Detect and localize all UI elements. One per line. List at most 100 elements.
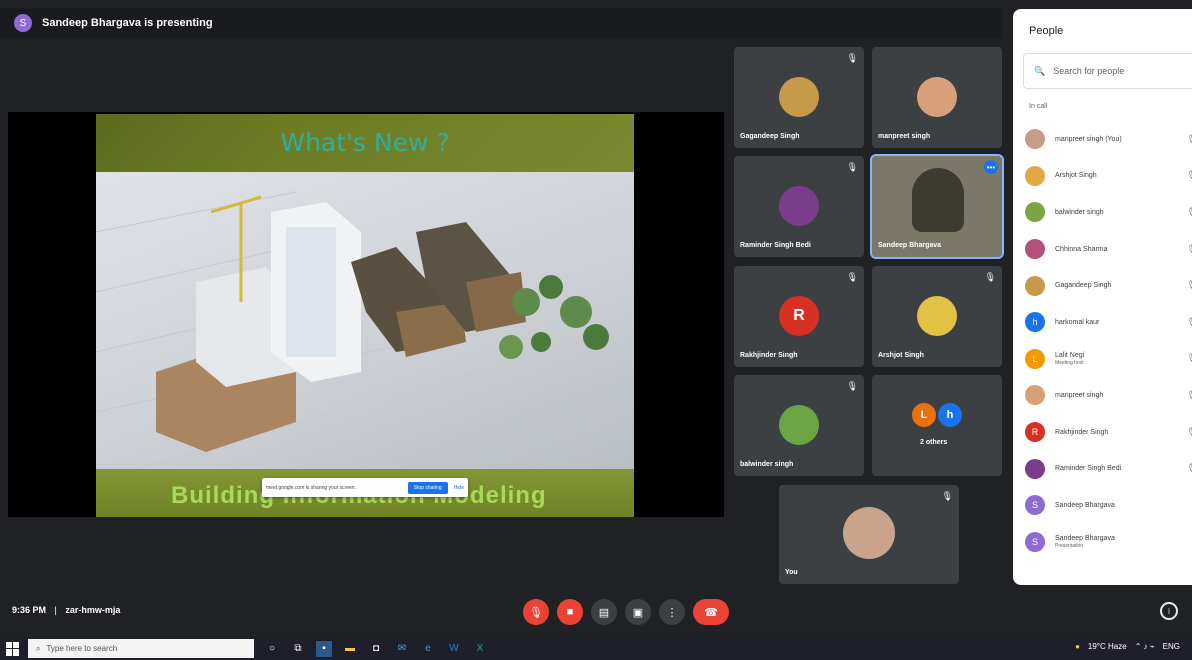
participant-tile[interactable]: 🎙 R Rakhjinder Singh — [734, 266, 864, 367]
task-view-icon[interactable]: ⧉ — [290, 641, 306, 657]
participant-row[interactable]: h harkomal kaur 🎙 — [1025, 304, 1192, 341]
edge-icon[interactable]: e — [420, 641, 436, 657]
self-tile[interactable]: 🎙 You — [779, 485, 959, 584]
language-indicator[interactable]: ENG — [1163, 642, 1180, 651]
participant-name: balwinder singh — [1055, 208, 1104, 216]
mic-off-icon: 🎙 — [1187, 353, 1192, 364]
excel-icon[interactable]: X — [472, 641, 488, 657]
participant-avatar — [1025, 129, 1045, 150]
search-people-input[interactable]: 🔍 Search for people — [1023, 53, 1192, 89]
participant-name: Gagandeep Singh — [1055, 282, 1112, 290]
participant-name: Raminder Singh Bedi — [740, 242, 811, 249]
participant-avatar — [779, 77, 819, 117]
stop-sharing-button[interactable]: Stop sharing — [407, 481, 448, 494]
participant-avatar: S — [1025, 495, 1045, 516]
participant-row[interactable]: manpreet singh 🎙 — [1025, 377, 1192, 414]
participant-avatar — [1025, 239, 1045, 260]
participant-avatar: h — [1025, 312, 1045, 333]
weather-text: 19°C Haze — [1087, 642, 1127, 651]
hide-notice-button[interactable]: Hide — [454, 485, 464, 491]
word-icon[interactable]: W — [446, 641, 462, 657]
tray-icons[interactable]: ⌃ ♪ ⌁ — [1135, 642, 1155, 651]
more-options-button[interactable]: ⋮ — [659, 599, 685, 625]
windows-taskbar: ⌕ Type here to search ○ ⧉ ▪ ▬ ◘ ✉ e W X … — [0, 637, 1192, 660]
participant-row[interactable]: SSandeep BhargavaPresentation⋮ — [1025, 524, 1192, 561]
participant-tile[interactable]: 🎙 balwinder singh — [734, 375, 864, 476]
taskbar-search-input[interactable]: ⌕ Type here to search — [28, 639, 254, 658]
in-call-section-label: In call — [1029, 103, 1048, 110]
slide-title: What's New ? — [280, 128, 450, 157]
participant-name: Sandeep Bhargava — [1055, 501, 1115, 509]
presenter-avatar: S — [14, 14, 32, 32]
participant-avatar — [779, 405, 819, 445]
system-tray: ● 19°C Haze ⌃ ♪ ⌁ ENG — [1075, 642, 1180, 651]
participant-name: Chhinna Sharma — [1055, 245, 1108, 253]
participant-avatar — [1025, 202, 1045, 223]
participant-name: harkomal kaur — [1055, 318, 1100, 326]
mic-off-icon: 🎙 — [1187, 134, 1192, 145]
participant-row[interactable]: R Rakhjinder Singh 🎙 — [1025, 414, 1192, 451]
participant-tile-others[interactable]: L h 2 others — [872, 375, 1002, 476]
participant-name: Sandeep Bhargava — [878, 242, 942, 249]
participant-tile[interactable]: 🎙 Arshjot Singh — [872, 266, 1002, 367]
meeting-details-icon[interactable]: i — [1160, 602, 1178, 620]
mic-off-icon: 🎙 — [846, 381, 858, 391]
mail-icon[interactable]: ✉ — [394, 641, 410, 657]
shared-slide: What's New ? Building Modeling meet.goog… — [96, 114, 634, 517]
others-avatar-h: h — [938, 403, 962, 427]
meet-window: S Sandeep Bhargava is presenting What's … — [0, 0, 1192, 660]
search-placeholder: Search for people — [1053, 66, 1125, 76]
mic-off-button[interactable]: 🎙 — [523, 599, 549, 625]
app-icon[interactable]: ▪ — [316, 640, 332, 657]
participant-avatar — [1025, 458, 1045, 479]
participant-tile[interactable]: manpreet singh — [872, 47, 1002, 148]
participant-avatar — [779, 186, 819, 226]
video-feed — [912, 168, 964, 232]
participant-row[interactable]: Chhinna Sharma 🎙 — [1025, 231, 1192, 268]
participant-name: Rakhjinder Singh — [1055, 428, 1109, 436]
mic-off-icon: 🎙 — [1187, 463, 1192, 474]
participant-name: 2 others — [920, 439, 948, 446]
building-illustration — [96, 172, 634, 469]
leave-call-button[interactable]: ☎ — [693, 599, 729, 625]
mic-off-icon: 🎙 — [846, 162, 858, 172]
windows-start-icon[interactable] — [6, 641, 20, 656]
meeting-time: 9:36 PM — [12, 605, 47, 615]
search-icon: ⌕ — [36, 643, 41, 653]
present-now-button[interactable]: ▣ — [625, 599, 651, 625]
self-name: You — [785, 569, 798, 576]
participant-tile[interactable]: 🎙 Gagandeep Singh — [734, 47, 864, 148]
store-icon[interactable]: ◘ — [368, 641, 384, 657]
camera-off-button[interactable]: ■ — [557, 599, 583, 625]
mic-off-icon: 🎙 — [941, 491, 953, 501]
mic-off-icon: 🎙 — [846, 53, 858, 63]
file-explorer-icon[interactable]: ▬ — [342, 641, 358, 657]
participant-avatar — [1025, 165, 1045, 186]
mic-off-icon: 🎙 — [846, 272, 858, 282]
participant-row[interactable]: Raminder Singh Bedi 🎙 — [1025, 450, 1192, 487]
participant-name: Arshjot Singh — [878, 352, 924, 359]
participant-list: manpreet singh (You) 🎙 Arshjot Singh 🎙 bal… — [1025, 121, 1192, 560]
participant-row[interactable]: L Lalit NegiMeeting host 🎙 — [1025, 341, 1192, 378]
participant-avatar: L — [1025, 348, 1045, 369]
meeting-code: zar-hmw-mja — [65, 605, 121, 615]
participant-row[interactable]: manpreet singh (You) 🎙 — [1025, 121, 1192, 158]
participant-row[interactable]: SSandeep Bhargava● — [1025, 487, 1192, 524]
cortana-icon[interactable]: ○ — [264, 641, 280, 657]
participant-row[interactable]: balwinder singh 🎙 — [1025, 194, 1192, 231]
participant-name: Arshjot Singh — [1055, 172, 1097, 180]
participant-tile-active-speaker[interactable]: ••• Sandeep Bhargava — [870, 154, 1004, 259]
mic-off-icon: 🎙 — [1187, 427, 1192, 438]
presentation-stage: What's New ? Building Modeling meet.goog… — [8, 112, 724, 517]
participant-name: manpreet singh — [878, 133, 931, 140]
participant-role: Presentation — [1055, 543, 1084, 550]
participant-tile[interactable]: 🎙 Raminder Singh Bedi — [734, 156, 864, 257]
captions-button[interactable]: ▤ — [591, 599, 617, 625]
participant-name: Gagandeep Singh — [740, 133, 800, 140]
mic-off-icon: 🎙 — [984, 272, 996, 282]
participant-row[interactable]: Arshjot Singh 🎙 — [1025, 158, 1192, 195]
presenting-banner: S Sandeep Bhargava is presenting — [0, 8, 1002, 38]
notice-text: meet.google.com is sharing your screen. — [266, 484, 357, 491]
screen-share-notice: meet.google.com is sharing your screen. … — [262, 478, 468, 497]
participant-row[interactable]: Gagandeep Singh 🎙 — [1025, 267, 1192, 304]
